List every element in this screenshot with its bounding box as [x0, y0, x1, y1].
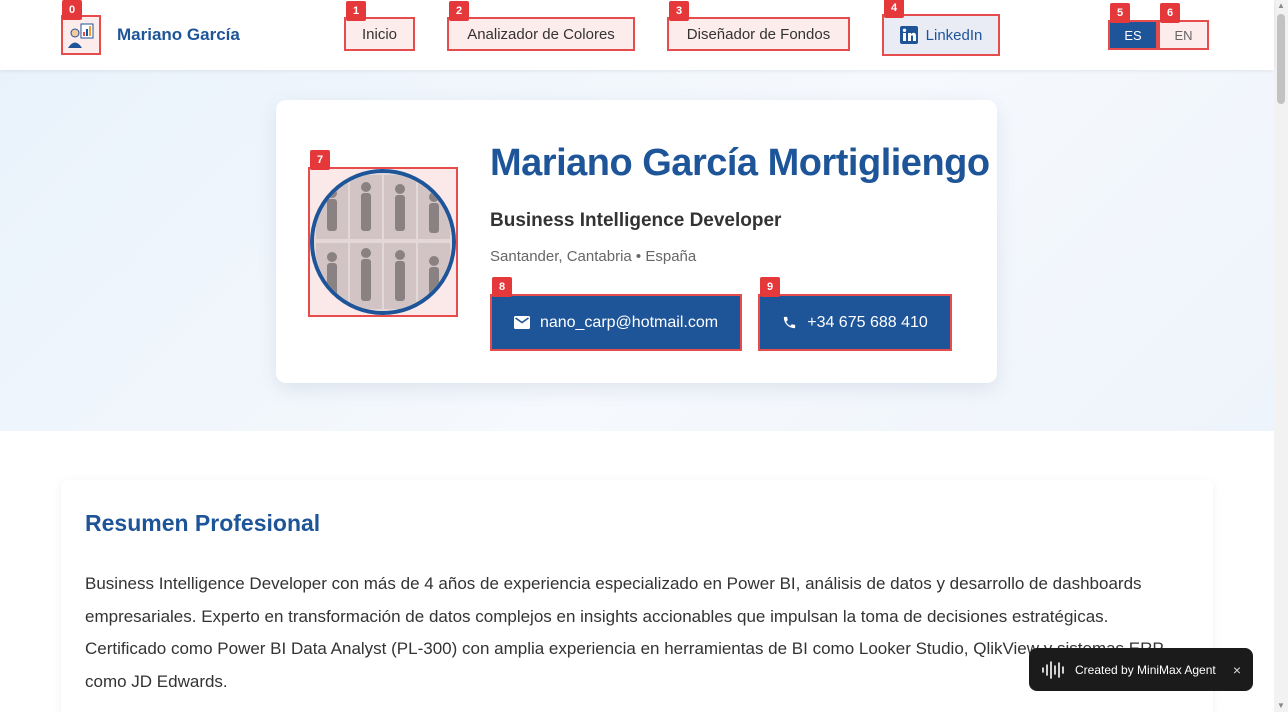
phone-icon — [784, 316, 796, 329]
marker-8: 8 — [492, 277, 512, 297]
scrollbar-thumb[interactable] — [1277, 14, 1285, 104]
scroll-up-arrow-icon[interactable]: ▲ — [1277, 2, 1285, 10]
phone-button[interactable]: +34 675 688 410 — [758, 294, 952, 351]
marker-0: 0 — [62, 0, 82, 20]
summary-title: Resumen Profesional — [85, 510, 321, 536]
page-scrollbar[interactable]: ▲ ▼ — [1274, 0, 1288, 712]
lang-en-button[interactable]: EN — [1158, 20, 1209, 50]
lang-es-button[interactable]: ES — [1108, 20, 1158, 50]
summary-text: Business Intelligence Developer con más … — [85, 574, 1164, 691]
linkedin-icon — [899, 26, 918, 44]
nav-linkedin[interactable]: LinkedIn — [882, 14, 1000, 56]
minimax-toast: Created by MiniMax Agent × — [1029, 648, 1253, 691]
profile-photo-frame[interactable] — [308, 167, 458, 317]
marker-4: 4 — [884, 0, 904, 18]
email-label: nano_carp@hotmail.com — [539, 313, 719, 331]
marker-9: 9 — [760, 277, 780, 297]
mail-icon — [513, 316, 530, 329]
marker-3: 3 — [669, 1, 689, 21]
nav-disenador-fondos[interactable]: Diseñador de Fondos — [667, 17, 850, 51]
analytics-person-icon — [68, 23, 94, 48]
people-collage-image — [314, 173, 452, 311]
profile-name: Mariano García Mortigliengo — [490, 142, 990, 184]
linkedin-label: LinkedIn — [925, 26, 983, 44]
brand-name[interactable]: Mariano García — [117, 25, 240, 45]
nav-analizador-colores[interactable]: Analizador de Colores — [447, 17, 635, 51]
marker-7: 7 — [310, 150, 330, 170]
toast-text: Created by MiniMax Agent — [1075, 662, 1216, 677]
marker-2: 2 — [449, 1, 469, 21]
profile-location: Santander, Cantabria • España — [490, 248, 697, 265]
top-navbar: Mariano García Inicio Analizador de Colo… — [0, 0, 1274, 70]
phone-label: +34 675 688 410 — [807, 313, 928, 331]
email-button[interactable]: nano_carp@hotmail.com — [490, 294, 742, 351]
toast-close-button[interactable]: × — [1233, 662, 1241, 678]
scroll-down-arrow-icon[interactable]: ▼ — [1277, 702, 1285, 710]
waveform-icon — [1042, 660, 1064, 679]
marker-5: 5 — [1110, 3, 1130, 23]
profile-role: Business Intelligence Developer — [490, 210, 782, 231]
nav-inicio[interactable]: Inicio — [344, 17, 415, 51]
logo-button[interactable] — [61, 15, 101, 55]
marker-6: 6 — [1160, 3, 1180, 23]
profile-photo — [310, 169, 456, 315]
marker-1: 1 — [346, 1, 366, 21]
